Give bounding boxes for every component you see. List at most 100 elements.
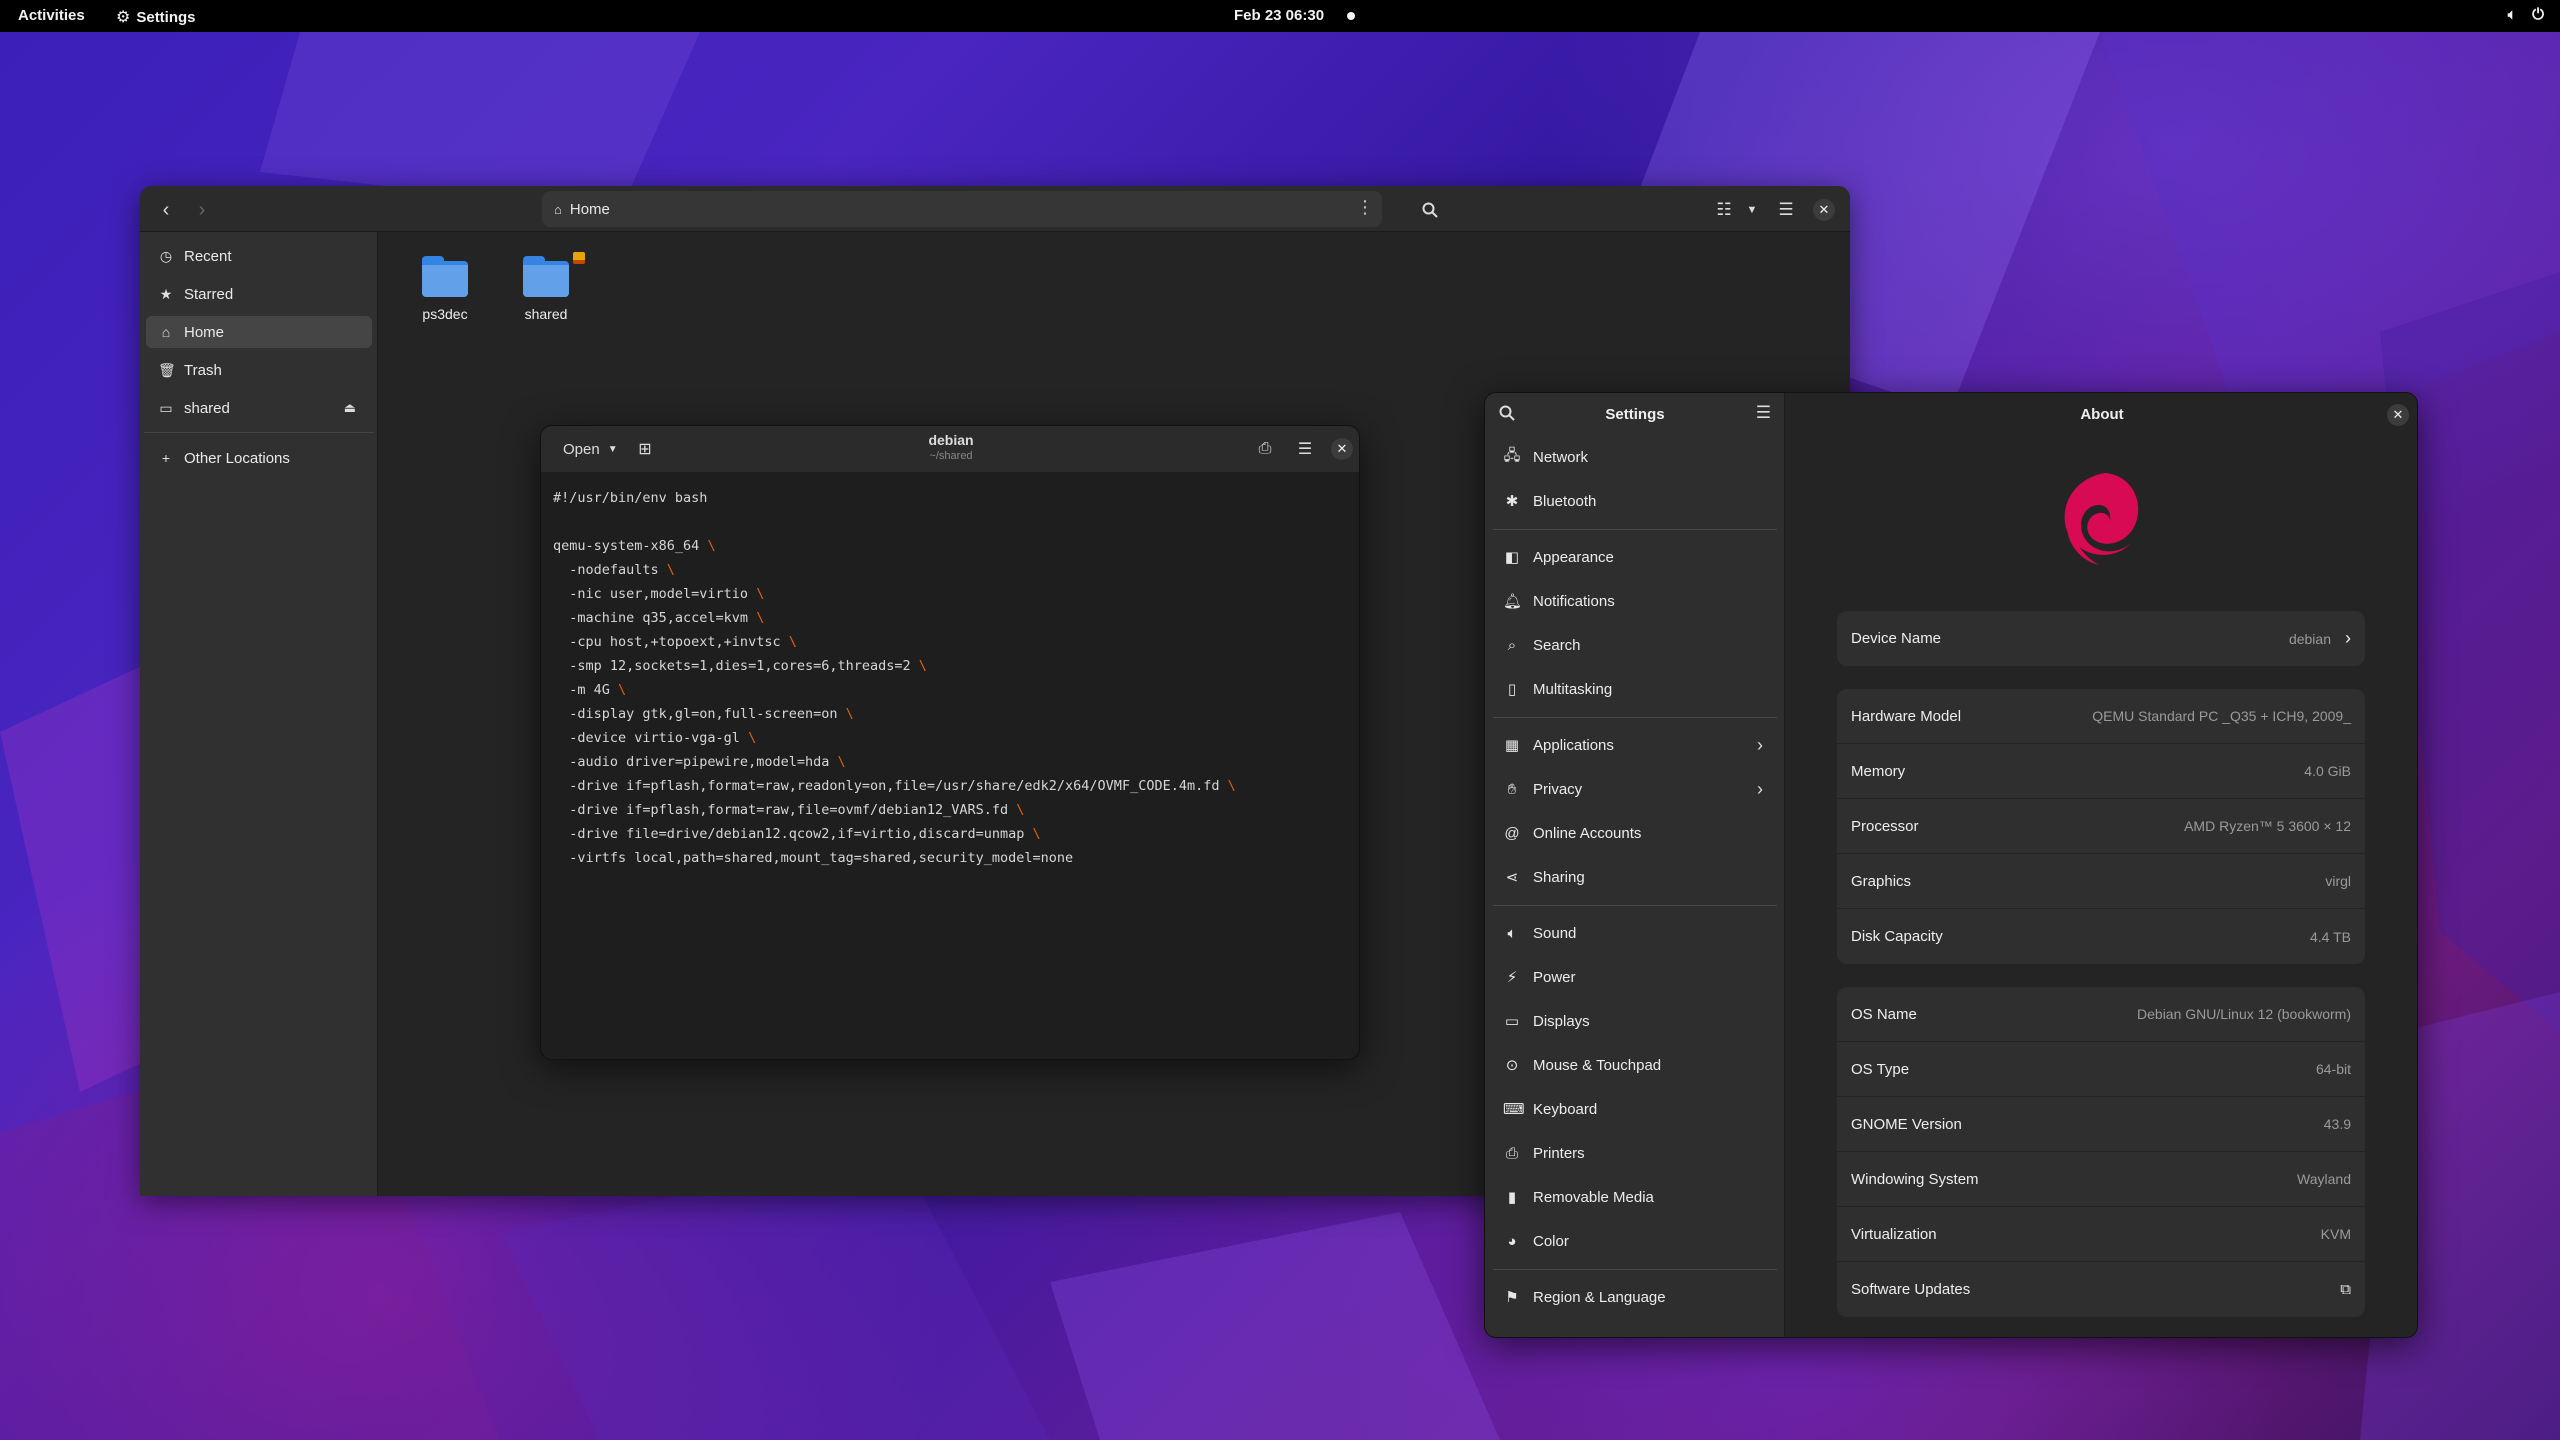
row-label: Processor xyxy=(1851,817,1919,835)
system-status-menu[interactable]: 🔈︎ ⏻ xyxy=(2508,6,2544,23)
row-label: Disk Capacity xyxy=(1851,928,1943,945)
path-label: Home xyxy=(569,200,610,218)
page-title: About xyxy=(2080,406,2124,423)
sidebar-item-other-locations[interactable]: + Other Locations xyxy=(146,442,372,474)
info-row-software-updates[interactable]: Software Updates ⧉ xyxy=(1837,1262,2365,1317)
sidebar-item-privacy[interactable]: ✋︎ Privacy › xyxy=(1491,769,1779,809)
device-name-card: Device Name debian › xyxy=(1837,611,2365,666)
document-path: ~/shared xyxy=(929,450,973,462)
search-button[interactable] xyxy=(1416,196,1444,224)
row-value: 4.0 GiB xyxy=(2304,763,2351,779)
sidebar-item-label: Sound xyxy=(1533,924,1577,942)
back-button[interactable]: ‹ xyxy=(152,196,180,224)
editor-close-button[interactable]: ✕ xyxy=(1328,435,1356,463)
sidebar-item-shared[interactable]: ▭ shared ⏏ xyxy=(146,392,372,424)
sidebar-item-sharing[interactable]: ⋖ Sharing xyxy=(1491,857,1779,897)
path-menu-button[interactable]: ⋮ xyxy=(1356,197,1374,218)
device-name-row[interactable]: Device Name debian › xyxy=(1837,611,2365,666)
sidebar-item-search[interactable]: ⌕ Search xyxy=(1491,625,1779,665)
sidebar-item-notifications[interactable]: 🔔︎ Notifications xyxy=(1491,581,1779,621)
bluetooth-icon: ✱ xyxy=(1505,493,1519,510)
folder-item-ps3dec[interactable]: ps3dec xyxy=(405,256,485,322)
sidebar-item-bluetooth[interactable]: ✱ Bluetooth xyxy=(1491,481,1779,521)
sidebar-item-displays[interactable]: ▭ Displays xyxy=(1491,1001,1779,1041)
drive-icon: ▭ xyxy=(159,399,173,416)
files-header-bar: ‹ › ⌂ Home ⋮ ☷ ▼ ☰ ✕ xyxy=(140,186,1850,232)
app-menu-label: Settings xyxy=(136,8,196,26)
folder-name: ps3dec xyxy=(422,306,468,322)
editor-menu-button[interactable]: ☰ xyxy=(1291,435,1319,463)
sidebar-item-label: Displays xyxy=(1533,1012,1590,1030)
code-line: -device virtio-vga-gl \ xyxy=(553,726,1349,750)
code-text: -cpu host,+topoext,+invtsc xyxy=(553,634,789,650)
editor-text-area[interactable]: #!/usr/bin/env bash qemu-system-x86_64 \ … xyxy=(541,472,1359,1059)
sidebar-item-label: Appearance xyxy=(1533,548,1614,566)
code-line: -smp 12,sockets=1,dies=1,cores=6,threads… xyxy=(553,654,1349,678)
settings-menu-button[interactable]: ☰ xyxy=(1756,403,1771,423)
sidebar-item-printers[interactable]: ⎙ Printers xyxy=(1491,1133,1779,1173)
gear-icon: ⚙ xyxy=(116,9,131,26)
sidebar-item-label: Privacy xyxy=(1533,780,1583,798)
settings-sidebar-header: Settings ☰ xyxy=(1485,393,1785,437)
main-menu-button[interactable]: ☰ xyxy=(1772,196,1800,224)
sidebar-item-starred[interactable]: ★ Starred xyxy=(146,278,372,310)
sidebar-item-applications[interactable]: ▦ Applications › xyxy=(1491,725,1779,765)
sidebar-item-keyboard[interactable]: ⌨ Keyboard xyxy=(1491,1089,1779,1129)
code-line: -m 4G \ xyxy=(553,678,1349,702)
folder-icon xyxy=(523,252,585,297)
sidebar-item-multitasking[interactable]: ▯ Multitasking xyxy=(1491,669,1779,709)
sidebar-item-sound[interactable]: 🔈︎ Sound xyxy=(1491,913,1779,953)
power-icon: ⚡︎ xyxy=(1506,969,1518,986)
sidebar-item-label: Mouse & Touchpad xyxy=(1533,1056,1662,1074)
code-text: -nodefaults xyxy=(553,562,667,578)
usb-icon: ▮ xyxy=(1507,1189,1517,1206)
line-continuation: \ xyxy=(707,538,716,554)
folder-item-shared[interactable]: shared xyxy=(506,252,586,322)
info-row-windowing-system: Windowing System Wayland xyxy=(1837,1152,2365,1207)
sidebar-item-label: Removable Media xyxy=(1533,1188,1654,1206)
sidebar-item-appearance[interactable]: ◧ Appearance xyxy=(1491,537,1779,577)
code-text: -drive if=pflash,format=raw,file=ovmf/de… xyxy=(553,802,1017,818)
sidebar-item-power[interactable]: ⚡︎ Power xyxy=(1491,957,1779,997)
bell-icon: 🔔︎ xyxy=(1503,593,1523,610)
code-text: -nic user,model=virtio xyxy=(553,586,757,602)
sidebar-item-removable-media[interactable]: ▮ Removable Media xyxy=(1491,1177,1779,1217)
sidebar-item-label: Keyboard xyxy=(1533,1100,1598,1118)
activities-button[interactable]: Activities xyxy=(18,7,85,24)
chevron-right-icon: › xyxy=(198,198,206,221)
files-sidebar: ◷ Recent ★ Starred ⌂ Home 🗑︎ Trash ▭ sha… xyxy=(140,232,378,1196)
view-options-button[interactable]: ▼ xyxy=(1738,196,1766,224)
sidebar-item-home[interactable]: ⌂ Home xyxy=(146,316,372,348)
clock[interactable]: Feb 23 06:30 xyxy=(1234,7,1324,24)
save-button[interactable]: ⎙ xyxy=(1251,435,1279,463)
code-text: -drive if=pflash,format=raw,readonly=on,… xyxy=(553,778,1228,794)
trash-icon: 🗑︎ xyxy=(158,361,176,378)
sidebar-item-trash[interactable]: 🗑︎ Trash xyxy=(146,354,372,386)
view-list-button[interactable]: ☷ xyxy=(1710,196,1738,224)
eject-icon[interactable]: ⏏ xyxy=(344,400,356,416)
row-value: Wayland xyxy=(2297,1171,2351,1187)
row-label: Virtualization xyxy=(1851,1225,1937,1243)
code-text: -m 4G xyxy=(553,682,619,698)
sidebar-item-color[interactable]: ◕ Color xyxy=(1491,1221,1779,1261)
line-continuation: \ xyxy=(1016,802,1025,818)
settings-close-button[interactable]: ✕ xyxy=(2387,404,2409,426)
line-continuation: \ xyxy=(837,754,846,770)
app-menu[interactable]: ⚙ Settings xyxy=(116,7,196,27)
star-icon: ★ xyxy=(159,285,173,302)
about-panel: About ✕ Device Name debian › Hardware Mo… xyxy=(1785,393,2417,1337)
row-label: GNOME Version xyxy=(1851,1115,1962,1133)
hamburger-icon: ☰ xyxy=(1778,200,1794,219)
sidebar-item-mouse-touchpad[interactable]: ⊙ Mouse & Touchpad xyxy=(1491,1045,1779,1085)
path-bar[interactable]: ⌂ Home ⋮ xyxy=(542,191,1382,227)
sidebar-item-online-accounts[interactable]: @ Online Accounts xyxy=(1491,813,1779,853)
forward-button[interactable]: › xyxy=(188,196,216,224)
sidebar-item-network[interactable]: 🖧︎ Network xyxy=(1491,437,1779,477)
home-icon: ⌂ xyxy=(554,201,562,217)
sidebar-item-region-language[interactable]: ⚑ Region & Language xyxy=(1491,1277,1779,1317)
sidebar-item-recent[interactable]: ◷ Recent xyxy=(146,240,372,272)
chevron-left-icon: ‹ xyxy=(162,198,170,221)
settings-window: Settings ☰ 🖧︎ Network ✱ Bluetooth ◧ Appearanc… xyxy=(1484,392,2418,1338)
close-button[interactable]: ✕ xyxy=(1810,196,1838,224)
external-link-icon: ⧉ xyxy=(2340,1281,2351,1298)
